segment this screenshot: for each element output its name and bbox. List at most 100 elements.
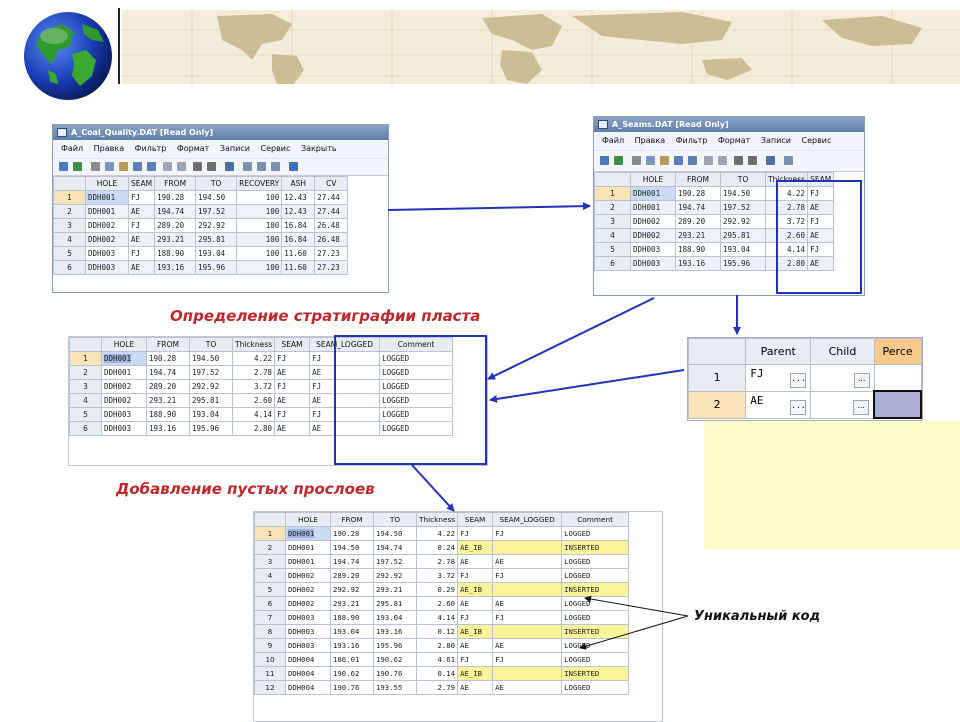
cell[interactable]: DDH002 bbox=[85, 232, 129, 247]
cell[interactable]: 197.52 bbox=[189, 365, 233, 380]
cell[interactable]: AE bbox=[492, 638, 563, 653]
cell[interactable]: LOGGED bbox=[561, 680, 630, 695]
col-to[interactable]: TO bbox=[373, 512, 417, 527]
cell[interactable]: 295.81 bbox=[189, 393, 233, 408]
table-row[interactable]: 5 DDH002 292.92 293.21 0.29 AE_IB INSERT… bbox=[254, 582, 630, 597]
find-icon[interactable] bbox=[734, 156, 743, 165]
browse-button[interactable]: ... bbox=[790, 400, 807, 415]
cell[interactable]: 188.90 bbox=[675, 242, 721, 257]
cell[interactable]: AE bbox=[127, 204, 156, 219]
menu-file[interactable]: Файл bbox=[61, 144, 83, 153]
table-row[interactable]: 2 DDH001 AE 194.74 197.52 100 12.43 27.4… bbox=[53, 204, 349, 219]
cell[interactable]: 16.84 bbox=[281, 232, 316, 247]
cell[interactable] bbox=[492, 666, 563, 681]
cell[interactable]: 190.62 bbox=[373, 652, 417, 667]
cell[interactable]: 2.79 bbox=[415, 680, 459, 695]
find-icon[interactable] bbox=[193, 162, 202, 171]
child-cell[interactable]: ... bbox=[810, 364, 875, 392]
cell[interactable]: LOGGED bbox=[561, 596, 630, 611]
cell[interactable]: 27.23 bbox=[314, 260, 349, 275]
cell[interactable]: 27.44 bbox=[314, 204, 349, 219]
cell[interactable]: 194.50 bbox=[330, 540, 374, 555]
table-row[interactable]: 5 DDH003 FJ 188.90 193.04 100 11.60 27.2… bbox=[53, 246, 349, 261]
table-row[interactable]: 3 DDH002 FJ 289.20 292.92 100 16.84 26.4… bbox=[53, 218, 349, 233]
table-row[interactable]: 1 FJ ... ... bbox=[688, 364, 922, 392]
cell[interactable]: AE bbox=[309, 365, 381, 380]
cell[interactable]: 292.92 bbox=[373, 568, 417, 583]
menu-filter[interactable]: Фильтр bbox=[135, 144, 167, 153]
table-row[interactable]: 2 AE ... ... bbox=[688, 390, 922, 419]
cell[interactable]: 295.81 bbox=[720, 228, 766, 243]
cell[interactable]: 194.50 bbox=[720, 186, 766, 201]
col-parent[interactable]: Parent bbox=[745, 338, 812, 365]
row-number[interactable]: 5 bbox=[53, 246, 86, 261]
cell[interactable]: 289.20 bbox=[154, 218, 197, 233]
cell[interactable]: 190.28 bbox=[146, 351, 190, 366]
cell[interactable]: 2.78 bbox=[764, 200, 809, 215]
row-number[interactable]: 2 bbox=[254, 540, 286, 555]
cell[interactable]: DDH001 bbox=[85, 204, 129, 219]
cell[interactable]: DDH002 bbox=[85, 218, 129, 233]
cell[interactable]: 193.04 bbox=[195, 246, 238, 261]
cell[interactable]: FJ bbox=[309, 379, 381, 394]
save-icon[interactable] bbox=[600, 156, 609, 165]
col-cv[interactable]: CV bbox=[314, 176, 349, 191]
row-number[interactable]: 4 bbox=[254, 568, 286, 583]
inserted-seam-cell[interactable]: AE_IB bbox=[457, 624, 494, 639]
row-number[interactable]: 2 bbox=[53, 204, 86, 219]
row-number[interactable]: 4 bbox=[69, 393, 102, 408]
cell[interactable]: DDH004 bbox=[285, 666, 331, 681]
cell[interactable]: 193.04 bbox=[720, 242, 766, 257]
col-to[interactable]: TO bbox=[195, 176, 238, 191]
cell[interactable]: 194.50 bbox=[373, 526, 417, 541]
col-recovery[interactable]: RECOVERY bbox=[236, 176, 283, 191]
table-row[interactable]: 6 DDH003 193.16 195.96 2.80 AE AE LOGGED bbox=[69, 421, 454, 436]
cell[interactable]: DDH001 bbox=[285, 540, 331, 555]
cell[interactable]: LOGGED bbox=[379, 379, 454, 394]
col-seam[interactable]: SEAM bbox=[127, 176, 156, 191]
cell[interactable]: 100 bbox=[236, 246, 283, 261]
cell[interactable]: 293.21 bbox=[373, 582, 417, 597]
cell[interactable]: LOGGED bbox=[379, 407, 454, 422]
cell[interactable]: AE bbox=[457, 680, 494, 695]
cell[interactable] bbox=[492, 582, 563, 597]
cell[interactable]: 193.16 bbox=[330, 638, 374, 653]
redo-icon[interactable] bbox=[688, 156, 697, 165]
cell[interactable]: 193.04 bbox=[373, 610, 417, 625]
cell[interactable]: 2.60 bbox=[231, 393, 276, 408]
insert-row-icon[interactable] bbox=[704, 156, 713, 165]
cell[interactable]: DDH002 bbox=[285, 596, 331, 611]
percent-cell[interactable] bbox=[873, 390, 922, 419]
col-thickness[interactable]: Thickness bbox=[415, 512, 459, 527]
menu-close[interactable]: Закрыть bbox=[301, 144, 337, 153]
cell[interactable]: DDH002 bbox=[285, 582, 331, 597]
row-number[interactable]: 6 bbox=[254, 596, 286, 611]
table-row[interactable]: 4 DDH002 293.21 295.81 2.60 AE bbox=[594, 228, 835, 243]
cell[interactable]: 194.74 bbox=[675, 200, 721, 215]
cell[interactable]: FJ bbox=[492, 526, 563, 541]
cell[interactable]: FJ bbox=[492, 610, 563, 625]
paste-icon[interactable] bbox=[660, 156, 669, 165]
cell[interactable]: 289.20 bbox=[146, 379, 190, 394]
row-number[interactable]: 8 bbox=[254, 624, 286, 639]
row-number[interactable]: 6 bbox=[594, 256, 631, 271]
child-cell[interactable]: ... bbox=[810, 390, 875, 419]
cell[interactable]: 27.23 bbox=[314, 246, 349, 261]
cell[interactable]: 2.80 bbox=[231, 421, 276, 436]
cell[interactable]: 195.96 bbox=[189, 421, 233, 436]
cell[interactable]: 194.50 bbox=[195, 190, 238, 205]
row-number[interactable]: 1 bbox=[254, 526, 286, 541]
cell[interactable]: FJ bbox=[274, 407, 311, 422]
row-number[interactable]: 5 bbox=[69, 407, 102, 422]
cell[interactable]: FJ bbox=[309, 407, 381, 422]
cell[interactable]: 193.04 bbox=[189, 407, 233, 422]
cell[interactable]: 292.92 bbox=[189, 379, 233, 394]
cell[interactable]: 292.92 bbox=[720, 214, 766, 229]
cell[interactable]: DDH001 bbox=[101, 365, 147, 380]
cell[interactable]: 186.01 bbox=[330, 652, 374, 667]
cell[interactable]: 26.48 bbox=[314, 218, 349, 233]
row-number[interactable]: 11 bbox=[254, 666, 286, 681]
paste-icon[interactable] bbox=[119, 162, 128, 171]
browse-button[interactable]: ... bbox=[853, 400, 870, 415]
cell[interactable]: 16.84 bbox=[281, 218, 316, 233]
